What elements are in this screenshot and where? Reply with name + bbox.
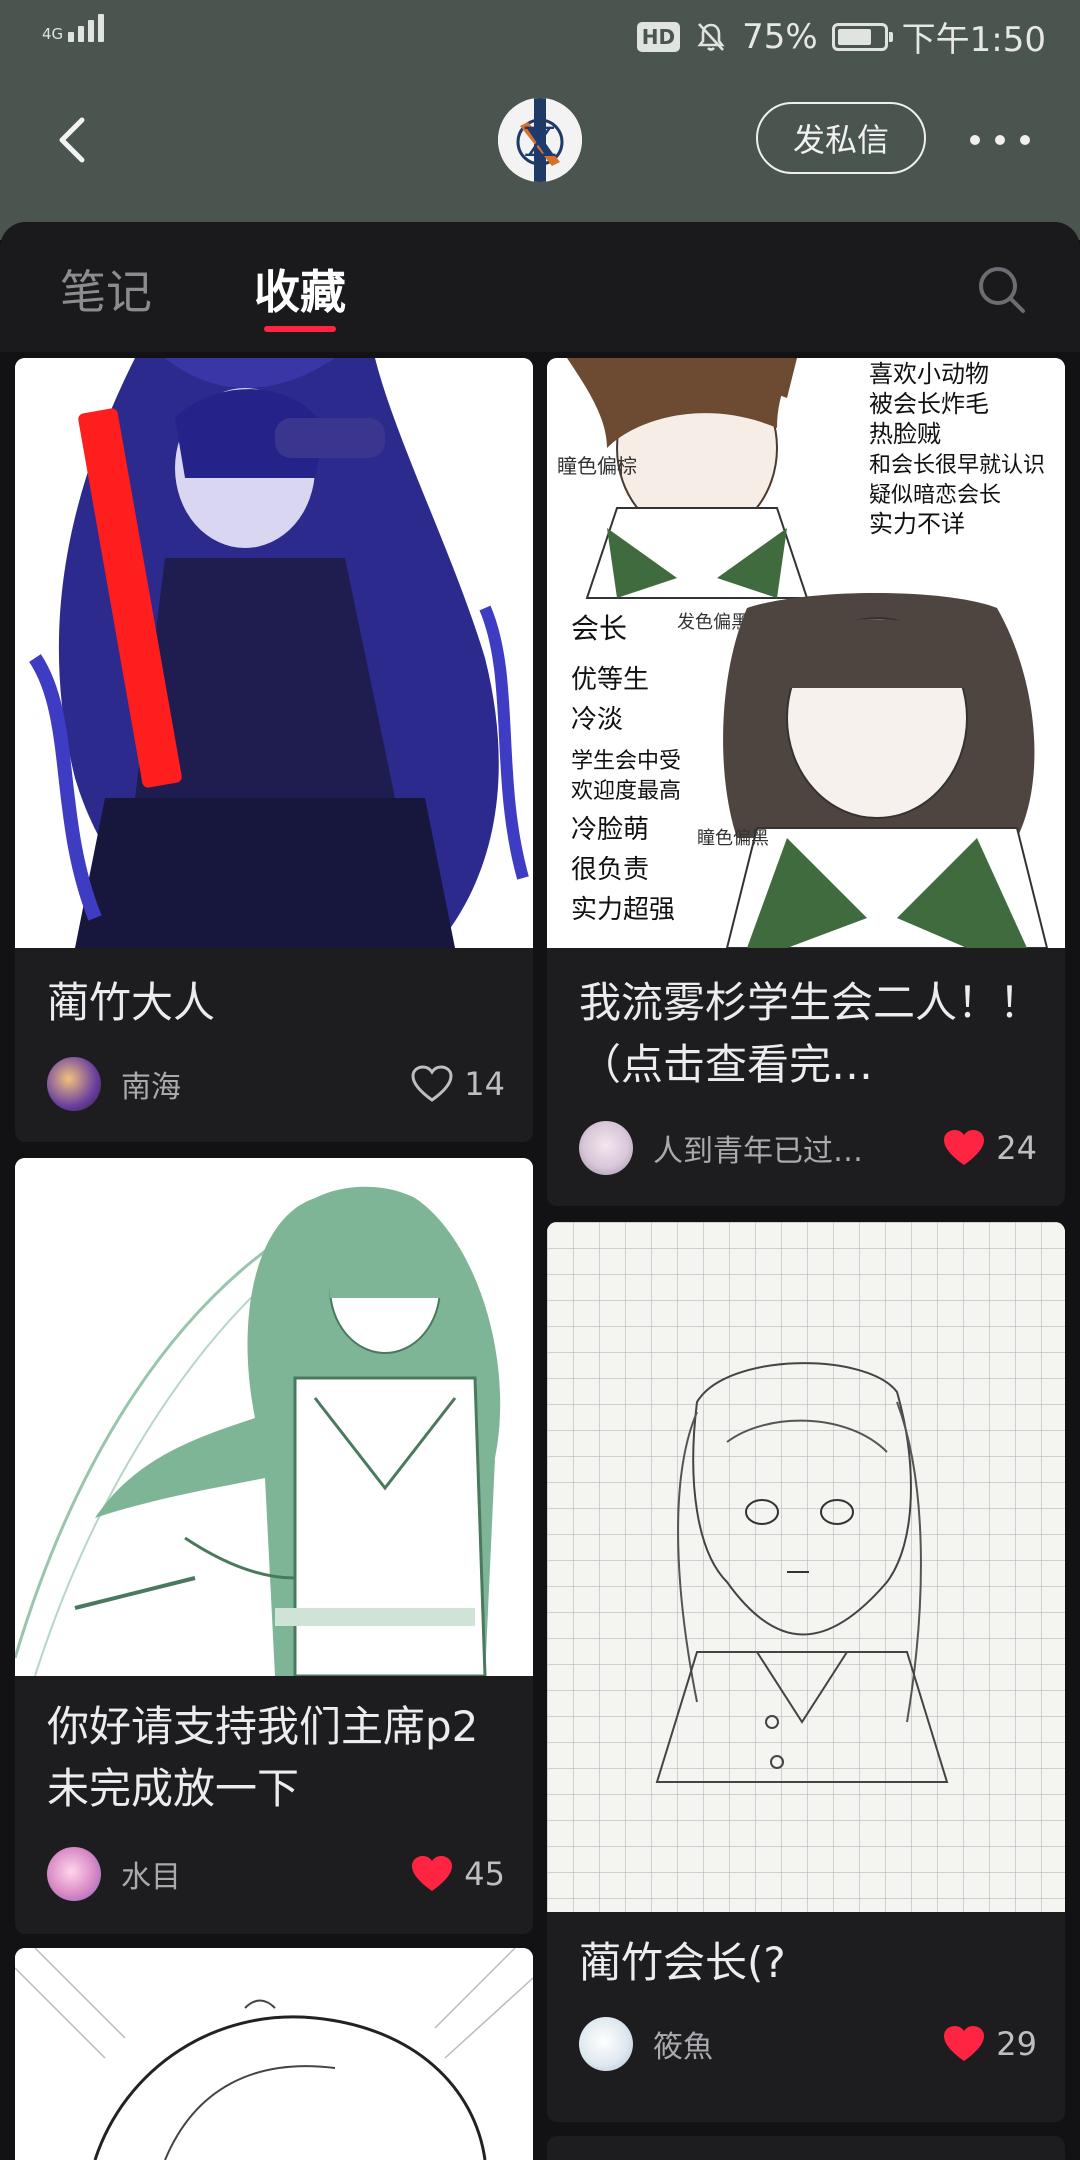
line-sketch-illustration — [15, 1948, 533, 2160]
like-button[interactable]: 24 — [942, 1128, 1037, 1168]
signal-bar — [68, 32, 74, 42]
like-button[interactable]: 45 — [410, 1854, 505, 1894]
green-sketch-illustration — [15, 1158, 533, 1676]
like-count: 24 — [996, 1129, 1037, 1167]
note-card[interactable] — [547, 2136, 1065, 2160]
note-image: 瞳色偏棕 喜欢小动物 被会长炸毛 热脸贼 和会长很早就认识 疑似暗恋会长 实力不… — [547, 358, 1065, 948]
sketch-note: 被会长炸毛 — [869, 390, 989, 418]
note-card[interactable] — [15, 1948, 533, 2160]
author-avatar[interactable] — [579, 2017, 633, 2071]
note-card[interactable]: 你好请支持我们主席p2未完成放一下 水目 45 — [15, 1158, 533, 1934]
heart-filled-icon — [944, 2026, 985, 2061]
send-message-button[interactable]: 发私信 — [756, 102, 926, 174]
author-name[interactable]: 南海 — [121, 1062, 351, 1106]
author-avatar[interactable] — [579, 1121, 633, 1175]
network-type: 4G — [42, 25, 64, 43]
like-count: 45 — [464, 1855, 505, 1893]
sketch-note: 瞳色偏黑 — [697, 828, 769, 849]
note-title: 你好请支持我们主席p2未完成放一下 — [47, 1702, 479, 1813]
tab-bar: 笔记 收藏 — [0, 222, 1080, 352]
author-name[interactable]: 水目 — [121, 1852, 351, 1896]
active-tab-indicator — [264, 326, 336, 332]
pencil-sketch-illustration — [547, 1222, 1065, 1912]
heart-outline-icon — [411, 1065, 453, 1102]
profile-avatar[interactable]: X — [498, 98, 582, 182]
logo-letter: X — [524, 119, 555, 166]
tab-notes[interactable]: 笔记 — [60, 256, 152, 322]
sketch-note: 疑似暗恋会长 — [869, 483, 1001, 508]
like-button[interactable]: 14 — [410, 1064, 505, 1104]
hd-badge: HD — [636, 21, 681, 52]
search-icon[interactable] — [976, 264, 1028, 316]
signal-bar — [78, 26, 84, 42]
battery-fill — [837, 28, 871, 45]
more-options-icon[interactable] — [970, 120, 1030, 160]
sketch-note: 喜欢小动物 — [869, 360, 989, 388]
like-count: 29 — [996, 2025, 1037, 2063]
heart-filled-icon — [944, 1130, 985, 1165]
heart-filled-icon — [412, 1856, 453, 1891]
status-bar: 4G HD 75% 下午1:50 — [0, 0, 1080, 72]
author-avatar[interactable] — [47, 1847, 101, 1901]
note-image — [547, 1222, 1065, 1912]
author-name[interactable]: 筱魚 — [653, 2022, 883, 2066]
note-card[interactable]: 蔺竹会长(? 筱魚 29 — [547, 1222, 1065, 2122]
note-meta: 人到青年已过… 24 — [579, 1118, 1037, 1178]
top-bar: X 发私信 — [0, 80, 1080, 200]
signal-bar — [98, 14, 104, 42]
sketch-note: 热脸贼 — [869, 420, 941, 448]
sketch-note: 学生会中受 — [571, 749, 681, 774]
author-name[interactable]: 人到青年已过… — [653, 1126, 883, 1170]
like-count: 14 — [464, 1065, 505, 1103]
note-meta: 南海 14 — [47, 1054, 505, 1114]
signal-bar — [88, 20, 94, 42]
note-image — [15, 358, 533, 948]
mute-bell-icon — [697, 22, 725, 51]
note-title: 蔺竹大人 — [47, 978, 216, 1027]
note-card[interactable]: 蔺竹大人 南海 14 — [15, 358, 533, 1142]
note-image — [15, 1948, 533, 2160]
note-meta: 筱魚 29 — [579, 2014, 1037, 2074]
sketch-note: 欢迎度最高 — [571, 779, 681, 804]
sketch-note: 实力不详 — [869, 510, 965, 538]
clock: 下午1:50 — [901, 20, 1046, 60]
sketch-note: 优等生 — [571, 665, 649, 695]
note-meta: 水目 45 — [47, 1844, 505, 1904]
sketch-note: 瞳色偏棕 — [557, 454, 637, 478]
sketch-note: 发色偏黑 — [677, 612, 749, 633]
profile-header: 4G HD 75% 下午1:50 X 发私信 — [0, 0, 1080, 240]
sketch-note: 和会长很早就认识 — [869, 453, 1045, 478]
note-card[interactable]: 瞳色偏棕 喜欢小动物 被会长炸毛 热脸贼 和会长很早就认识 疑似暗恋会长 实力不… — [547, 358, 1065, 1206]
sketch-note: 实力超强 — [571, 895, 675, 925]
note-image — [15, 1158, 533, 1676]
note-title: 蔺竹会长(? — [579, 1938, 786, 1987]
note-title: 我流雾杉学生会二人！！（点击查看完… — [579, 978, 1042, 1089]
battery-icon — [831, 22, 893, 51]
x-logo-icon: X — [498, 98, 582, 182]
author-avatar[interactable] — [47, 1057, 101, 1111]
sketch-illustration: 瞳色偏棕 喜欢小动物 被会长炸毛 热脸贼 和会长很早就认识 疑似暗恋会长 实力不… — [547, 358, 1065, 948]
signal-indicator: 4G — [42, 14, 108, 42]
sketch-note: 冷脸萌 — [571, 815, 649, 845]
battery-percent: 75% — [742, 16, 818, 57]
like-button[interactable]: 29 — [942, 2024, 1037, 2064]
sketch-note: 很负责 — [571, 855, 649, 885]
anime-illustration — [15, 358, 533, 948]
tab-collections[interactable]: 收藏 — [254, 256, 346, 322]
sketch-note: 冷淡 — [571, 705, 623, 735]
sketch-note: 会长 — [571, 612, 627, 645]
back-arrow-icon[interactable] — [48, 114, 100, 166]
